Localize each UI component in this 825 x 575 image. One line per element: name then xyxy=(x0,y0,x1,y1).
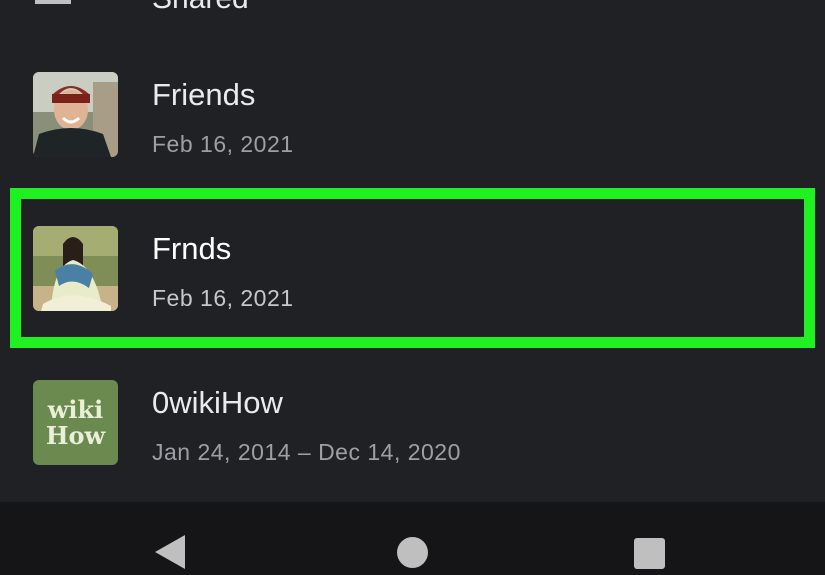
home-circle-icon[interactable] xyxy=(397,537,428,568)
album-thumbnail: wiki How xyxy=(33,380,118,465)
wikihow-logo-icon: wiki xyxy=(47,394,104,424)
album-title: Shared xyxy=(152,0,249,16)
album-title: Frnds xyxy=(152,231,232,266)
album-thumbnail xyxy=(33,72,118,157)
person-photo-icon xyxy=(33,72,118,157)
albums-screen: Shared Friends Feb 16, 2021 xyxy=(0,0,825,575)
album-date: Feb 16, 2021 xyxy=(152,131,294,157)
wikihow-logo-text: How xyxy=(45,420,106,450)
album-thumbnail xyxy=(33,226,118,311)
album-row-shared[interactable]: Shared xyxy=(0,0,825,20)
person-photo-icon xyxy=(33,226,118,311)
back-triangle-icon[interactable] xyxy=(155,535,185,569)
album-row-friends[interactable]: Friends Feb 16, 2021 xyxy=(0,55,825,185)
album-date: Feb 16, 2021 xyxy=(152,285,294,311)
album-row-0wikihow[interactable]: wiki How 0wikiHow Jan 24, 2014 – Dec 14,… xyxy=(0,363,825,493)
navigation-bar xyxy=(0,502,825,575)
album-row-frnds[interactable]: Frnds Feb 16, 2021 xyxy=(0,209,825,339)
recents-square-icon[interactable] xyxy=(634,538,665,569)
album-date: Jan 24, 2014 – Dec 14, 2020 xyxy=(152,439,461,465)
album-title: Friends xyxy=(152,77,256,112)
album-title: 0wikiHow xyxy=(152,385,283,420)
shared-album-icon xyxy=(35,0,71,4)
